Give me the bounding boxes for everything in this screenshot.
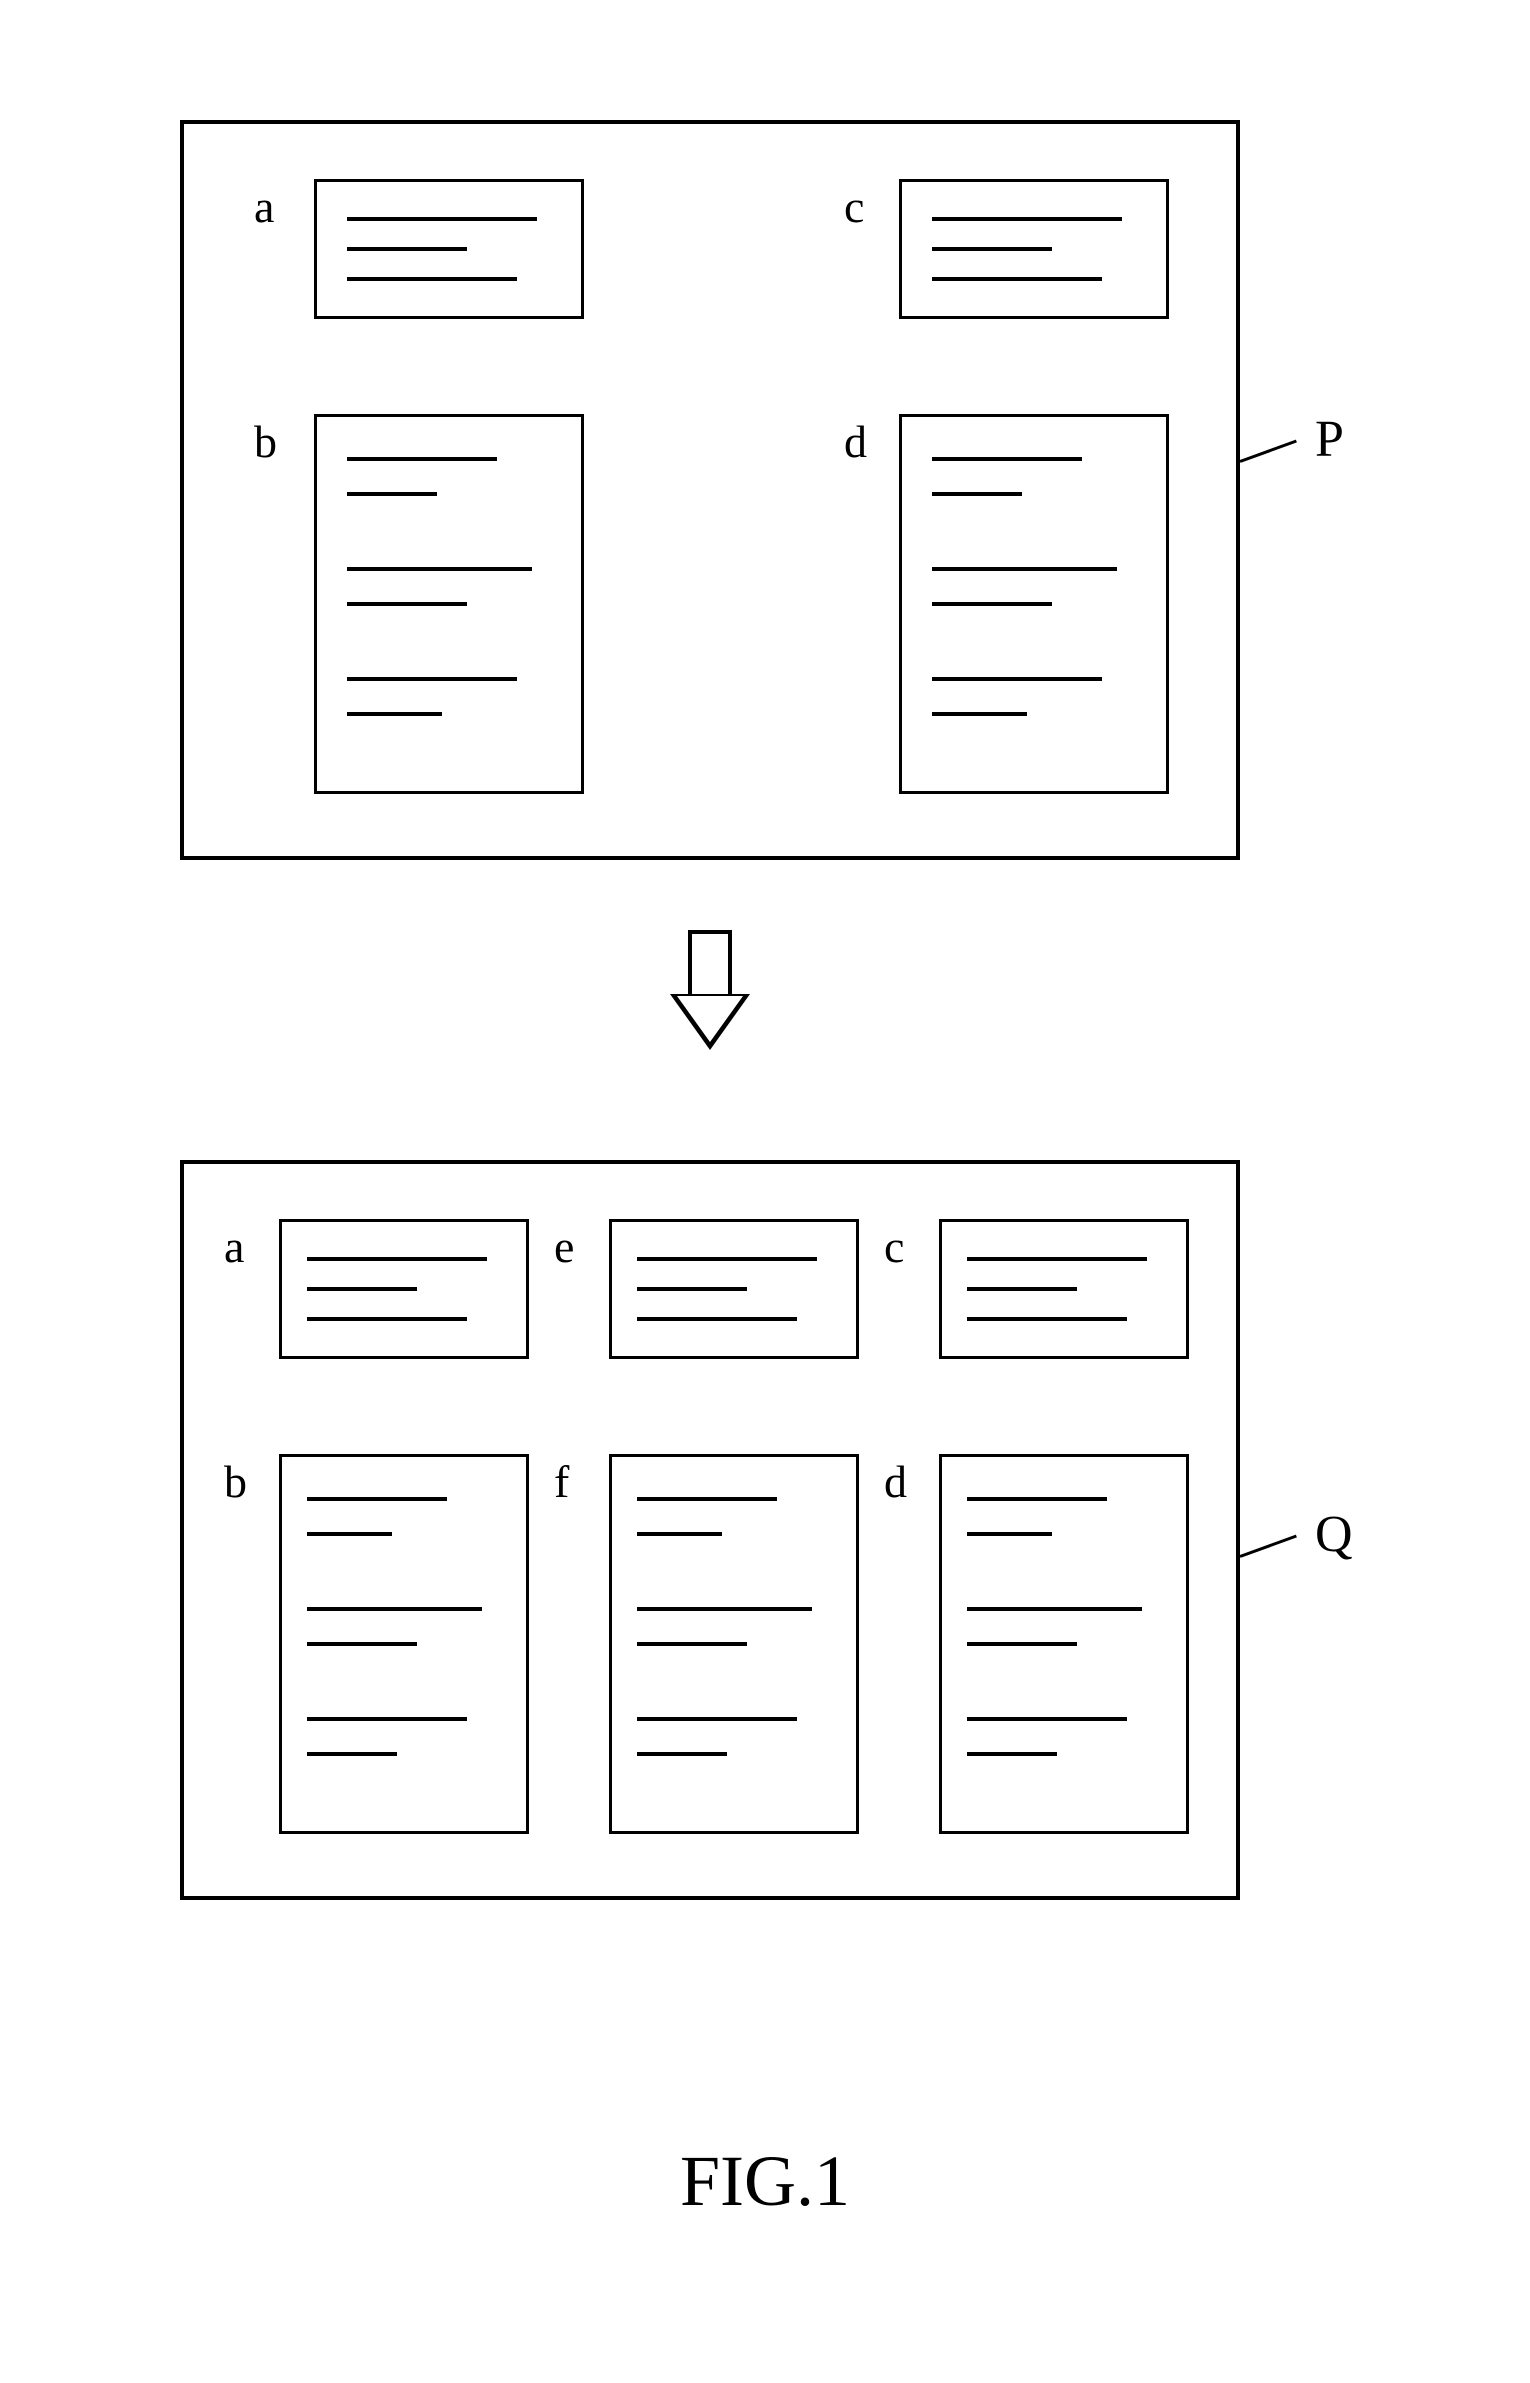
text-line [967,1607,1142,1611]
text-line [307,1497,447,1501]
text-line [932,492,1022,496]
text-line [347,457,497,461]
card-label-e: e [554,1224,574,1270]
text-line [637,1717,797,1721]
text-line [932,712,1027,716]
card-d [939,1454,1189,1834]
text-line [932,602,1052,606]
card-d [899,414,1169,794]
text-line [967,1497,1107,1501]
card-c [899,179,1169,319]
text-line [967,1717,1127,1721]
card-label-b: b [224,1459,247,1505]
card-label-d: d [844,419,867,465]
text-line [307,1257,487,1261]
text-line [637,1257,817,1261]
text-line [347,567,532,571]
card-label-a: a [254,184,274,230]
text-line [347,247,467,251]
text-line [347,602,467,606]
text-line [932,567,1117,571]
card-label-a: a [224,1224,244,1270]
external-label-p: P [1315,410,1344,469]
text-line [932,677,1102,681]
panel-p: a c b d [180,120,1240,860]
external-label-q: Q [1315,1505,1353,1564]
text-line [307,1607,482,1611]
card-label-c: c [844,184,864,230]
card-b [314,414,584,794]
card-c [939,1219,1189,1359]
text-line [347,492,437,496]
card-a [279,1219,529,1359]
text-line [307,1642,417,1646]
card-label-d: d [884,1459,907,1505]
text-line [347,677,517,681]
card-f [609,1454,859,1834]
text-line [967,1257,1147,1261]
text-line [307,1752,397,1756]
card-a [314,179,584,319]
text-line [637,1287,747,1291]
card-e [609,1219,859,1359]
text-line [967,1642,1077,1646]
text-line [307,1317,467,1321]
text-line [932,457,1082,461]
text-line [347,712,442,716]
text-line [637,1642,747,1646]
text-line [637,1497,777,1501]
text-line [967,1752,1057,1756]
text-line [967,1317,1127,1321]
card-label-b: b [254,419,277,465]
text-line [967,1287,1077,1291]
figure-title: FIG.1 [0,2140,1530,2223]
text-line [637,1752,727,1756]
text-line [347,277,517,281]
text-line [637,1532,722,1536]
leader-line-q [1240,1525,1320,1585]
text-line [932,247,1052,251]
card-label-f: f [554,1459,569,1505]
text-line [307,1532,392,1536]
card-label-c: c [884,1224,904,1270]
text-line [932,217,1122,221]
figure-page: a c b d [0,0,1530,2383]
text-line [637,1317,797,1321]
text-line [932,277,1102,281]
text-line [307,1287,417,1291]
text-line [307,1717,467,1721]
text-line [967,1532,1052,1536]
text-line [637,1607,812,1611]
panel-q: a e c b f [180,1160,1240,1900]
leader-line-p [1240,430,1320,490]
card-b [279,1454,529,1834]
text-line [347,217,537,221]
